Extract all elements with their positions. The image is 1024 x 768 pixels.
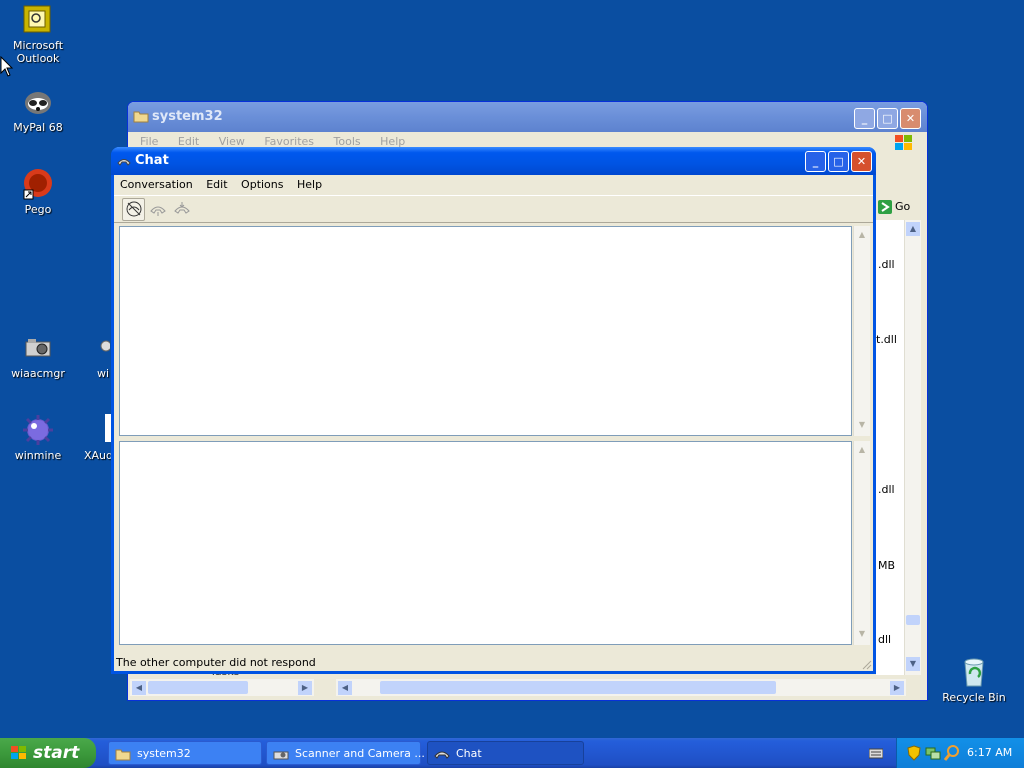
menu-edit[interactable]: Edit: [206, 178, 227, 191]
scroll-right-icon[interactable]: ▶: [298, 681, 312, 695]
windows-logo-icon: [895, 135, 912, 150]
desktop-icon-mypal[interactable]: MyPal 68: [0, 86, 76, 134]
go-button[interactable]: Go: [876, 198, 916, 216]
chat-menubar: Conversation Edit Options Help: [114, 175, 873, 196]
maximize-button[interactable]: □: [828, 151, 849, 172]
keyboard-icon[interactable]: [869, 747, 883, 759]
scroll-right-icon[interactable]: ▶: [890, 681, 904, 695]
app-icon: [100, 332, 112, 364]
explorer-titlebar[interactable]: system32 _ □ ✕: [128, 102, 927, 132]
hang-up-icon: [174, 202, 190, 214]
close-button[interactable]: ✕: [851, 151, 872, 172]
mine-icon: [22, 414, 54, 446]
hang-up-button[interactable]: [170, 198, 193, 221]
search-magnifier-icon[interactable]: [944, 745, 960, 761]
minimize-button[interactable]: _: [854, 108, 875, 129]
scanner-icon: [273, 751, 289, 760]
close-button[interactable]: ✕: [900, 108, 921, 129]
scroll-up-icon[interactable]: ▲: [855, 228, 869, 242]
file-list[interactable]: .dll t.dll .dll MB dll: [876, 220, 904, 675]
dial-icon: [126, 201, 142, 217]
go-arrow-icon: [878, 200, 892, 214]
dial-button[interactable]: [122, 198, 145, 221]
desktop-icon-wiaacmgr[interactable]: wiaacmgr: [0, 332, 76, 380]
chat-titlebar[interactable]: Chat _ □ ✕: [111, 147, 876, 175]
taskbar-item-scanner[interactable]: Scanner and Camera ...: [266, 741, 425, 765]
camera-icon: [22, 332, 54, 364]
menu-conversation[interactable]: Conversation: [120, 178, 193, 191]
desktop-icon-label: MyPal 68: [13, 121, 63, 134]
desktop-icon-pego[interactable]: Pego: [0, 168, 76, 216]
chat-phone-icon: [117, 159, 131, 166]
file-name[interactable]: .dll: [878, 258, 895, 271]
chat-title: Chat: [135, 153, 169, 168]
windows-flag-icon: [11, 746, 26, 759]
outlook-icon: [22, 4, 54, 36]
answer-icon: [150, 206, 166, 216]
network-icon[interactable]: [925, 745, 941, 761]
menu-options[interactable]: Options: [241, 178, 283, 191]
local-message-pane[interactable]: [119, 441, 852, 645]
folder-icon: [115, 749, 131, 761]
chat-toolbar: [114, 196, 873, 223]
chat-phone-icon: [434, 751, 450, 759]
remote-pane-scrollbar[interactable]: ▲ ▼: [853, 226, 870, 436]
status-bar-text: The other computer did not respond: [116, 656, 316, 669]
folder-icon: [133, 111, 149, 123]
scroll-thumb[interactable]: [380, 681, 776, 694]
scroll-down-icon[interactable]: ▼: [906, 657, 920, 671]
left-pane-horizontal-scrollbar[interactable]: ◀ ▶: [130, 679, 314, 696]
desktop-icon-label: winmine: [14, 449, 62, 462]
desktop-icon-label: wiaacmgr: [11, 367, 65, 380]
scroll-left-icon[interactable]: ◀: [132, 681, 146, 695]
chat-window[interactable]: Chat _ □ ✕ Conversation Edit Options Hel…: [111, 147, 876, 674]
taskbar: start system32 Scanner and Camera ... Ch…: [0, 738, 1024, 768]
raccoon-icon: [22, 86, 54, 118]
desktop-icon-winmine[interactable]: winmine: [0, 414, 76, 462]
explorer-vertical-scrollbar[interactable]: ▲ ▼: [904, 220, 921, 675]
maximize-button[interactable]: □: [877, 108, 898, 129]
taskbar-item-system32[interactable]: system32: [108, 741, 262, 765]
taskbar-item-chat[interactable]: Chat: [427, 741, 584, 765]
answer-button[interactable]: [146, 198, 169, 221]
scroll-down-icon[interactable]: ▼: [855, 627, 869, 641]
file-name[interactable]: t.dll: [876, 333, 897, 346]
mouse-cursor-icon: [0, 56, 14, 77]
remote-message-pane[interactable]: [119, 226, 852, 436]
desktop-icon-label: Pego: [24, 203, 52, 216]
scroll-up-icon[interactable]: ▲: [906, 222, 920, 236]
file-name[interactable]: .dll: [878, 483, 895, 496]
system-tray: 6:17 AM: [896, 738, 1024, 768]
desktop-icon-label: Recycle Bin: [942, 691, 1006, 704]
security-shield-icon[interactable]: [907, 745, 921, 761]
desktop-icon-recycle-bin[interactable]: Recycle Bin: [936, 656, 1012, 704]
scroll-down-icon[interactable]: ▼: [855, 418, 869, 432]
local-pane-scrollbar[interactable]: ▲ ▼: [853, 441, 870, 645]
minimize-button[interactable]: _: [805, 151, 826, 172]
start-button[interactable]: start: [0, 738, 96, 768]
scroll-left-icon[interactable]: ◀: [338, 681, 352, 695]
file-name[interactable]: MB: [878, 559, 896, 572]
recycle-bin-icon: [958, 656, 990, 688]
scroll-thumb[interactable]: [906, 615, 920, 625]
clock: 6:17 AM: [967, 746, 1013, 759]
scroll-thumb[interactable]: [148, 681, 248, 694]
right-pane-horizontal-scrollbar[interactable]: ◀ ▶: [336, 679, 906, 696]
pego-icon: [22, 168, 54, 200]
menu-help[interactable]: Help: [297, 178, 322, 191]
explorer-title: system32: [152, 109, 223, 124]
file-name[interactable]: dll: [878, 633, 892, 646]
scroll-up-icon[interactable]: ▲: [855, 443, 869, 457]
resize-grip-icon[interactable]: [860, 658, 872, 670]
